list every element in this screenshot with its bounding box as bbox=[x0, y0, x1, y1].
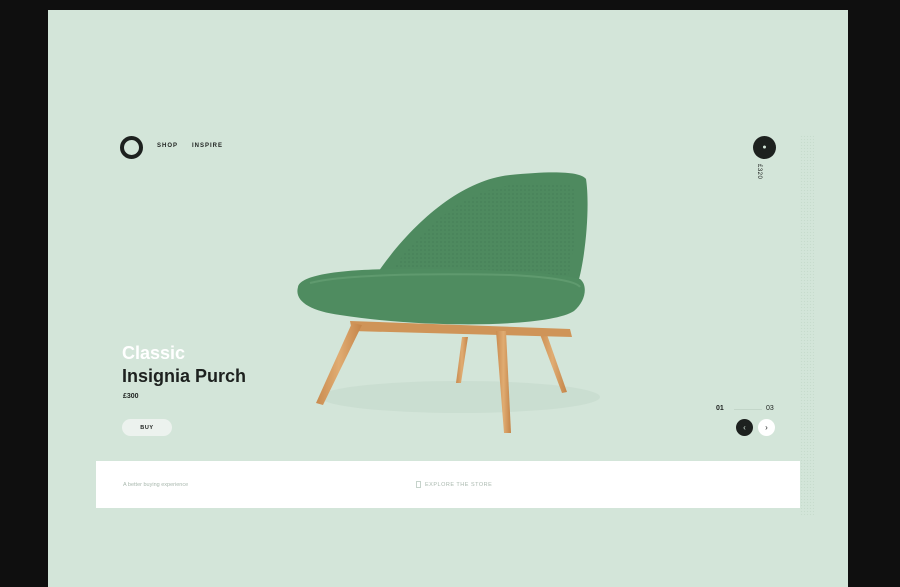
prev-slide-button[interactable]: ‹ bbox=[736, 419, 753, 436]
chair-shadow bbox=[320, 381, 600, 413]
pager-current: 01 bbox=[716, 405, 724, 412]
chevron-left-icon: ‹ bbox=[743, 423, 746, 432]
cart-button[interactable]: ● bbox=[753, 136, 776, 159]
next-slide-button[interactable]: › bbox=[758, 419, 775, 436]
product-price: £300 bbox=[123, 393, 139, 400]
nav-item-shop[interactable]: SHOP bbox=[157, 143, 178, 149]
store-icon bbox=[416, 481, 421, 488]
chair-leg-back-right bbox=[538, 329, 567, 393]
logo-icon[interactable] bbox=[120, 136, 143, 159]
main-nav: SHOP INSPIRE bbox=[157, 143, 223, 149]
chevron-right-icon: › bbox=[765, 423, 768, 432]
bottom-info-strip: A better buying experience EXPLORE THE S… bbox=[96, 461, 800, 508]
product-title-line2: Insignia Purch bbox=[122, 366, 247, 386]
hero-section: SHOP INSPIRE ● £320 Classic Insignia Pur… bbox=[0, 0, 900, 587]
product-image bbox=[297, 172, 600, 433]
buy-button[interactable]: BUY bbox=[122, 419, 172, 436]
bag-icon: ● bbox=[762, 144, 767, 151]
explore-store-label: EXPLORE THE STORE bbox=[425, 481, 493, 488]
pager-total: 03 bbox=[766, 405, 774, 412]
product-title-line1: Classic bbox=[122, 343, 186, 363]
chair-leg-back-left bbox=[456, 337, 468, 383]
explore-store-link[interactable]: EXPLORE THE STORE bbox=[416, 481, 492, 488]
tagline: A better buying experience bbox=[123, 482, 189, 488]
pager-progress-line bbox=[734, 409, 762, 410]
decorative-dot-pattern bbox=[800, 135, 814, 515]
nav-item-inspire[interactable]: INSPIRE bbox=[192, 143, 223, 149]
cart-total: £320 bbox=[756, 164, 762, 180]
